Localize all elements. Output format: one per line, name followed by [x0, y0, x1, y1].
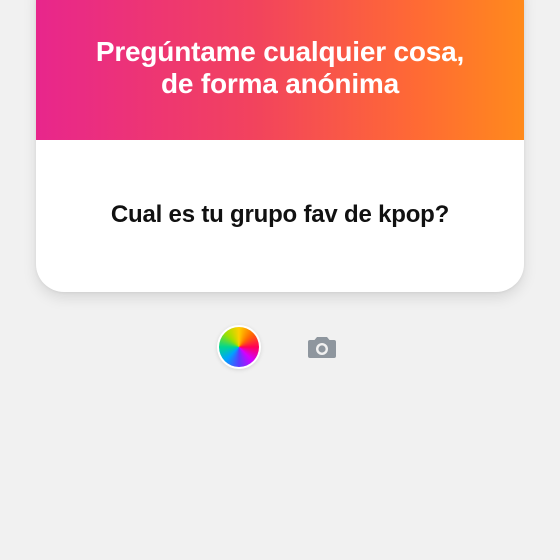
prompt-line-1: Pregúntame cualquier cosa, [95, 36, 465, 67]
question-sticker-card: Pregúntame cualquier cosa, de forma anón… [36, 0, 524, 292]
camera-button[interactable] [301, 326, 343, 368]
prompt-line-2: de forma anónima [161, 68, 399, 99]
color-wheel-icon [219, 327, 259, 367]
sticker-prompt-title: Pregúntame cualquier cosa, de forma anón… [36, 36, 524, 100]
sticker-header: Pregúntame cualquier cosa, de forma anón… [36, 0, 524, 140]
question-text[interactable]: Cual es tu grupo fav de kpop? [36, 200, 524, 230]
camera-icon [308, 337, 336, 358]
color-picker-button[interactable] [217, 325, 261, 369]
